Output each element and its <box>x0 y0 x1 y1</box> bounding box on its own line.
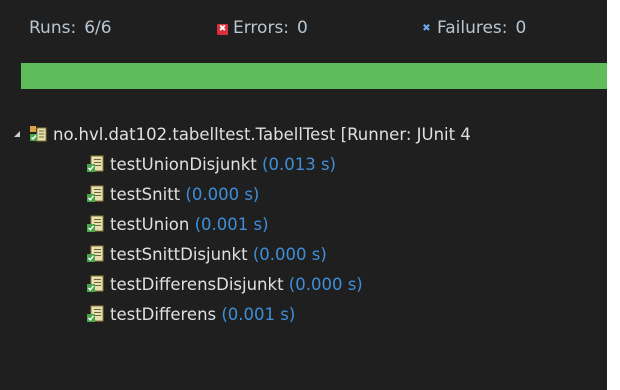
test-success-icon <box>86 183 104 202</box>
junit-view: Runs: 6/6 ✖ Errors: 0 ✖ Failures: 0 no.h… <box>0 0 607 390</box>
test-success-icon <box>86 243 104 262</box>
test-time: (0.000 s) <box>288 275 363 294</box>
test-time: (0.001 s) <box>221 305 296 324</box>
test-case-row[interactable]: testSnitt (0.000 s) <box>0 180 607 210</box>
errors-counter: ✖ Errors: 0 <box>217 14 308 42</box>
test-time: (0.000 s) <box>252 245 327 264</box>
test-suite-row[interactable]: no.hvl.dat102.tabelltest.TabellTest [Run… <box>0 120 607 150</box>
test-success-icon <box>86 303 104 322</box>
progress-bar <box>21 63 607 89</box>
errors-value: 0 <box>297 18 308 38</box>
test-time: (0.001 s) <box>194 215 269 234</box>
summary-bar: Runs: 6/6 ✖ Errors: 0 ✖ Failures: 0 <box>0 14 607 42</box>
test-suite-label: no.hvl.dat102.tabelltest.TabellTest [Run… <box>53 125 471 144</box>
test-case-row[interactable]: testDifferens (0.001 s) <box>0 300 607 330</box>
test-success-icon <box>86 153 104 172</box>
test-case-row[interactable]: testDifferensDisjunkt (0.000 s) <box>0 270 607 300</box>
test-case-row[interactable]: testSnittDisjunkt (0.000 s) <box>0 240 607 270</box>
test-success-icon <box>86 213 104 232</box>
errors-label: Errors: <box>233 18 290 38</box>
error-icon: ✖ <box>217 24 228 35</box>
progress-fill <box>21 63 607 89</box>
test-name: testUnionDisjunkt <box>110 155 257 174</box>
test-name: testUnion <box>110 215 190 234</box>
test-time: (0.013 s) <box>262 155 336 174</box>
runs-label: Runs: <box>29 18 77 38</box>
failures-value: 0 <box>515 18 527 38</box>
failures-counter: ✖ Failures: 0 <box>421 14 526 42</box>
runs-value: 6/6 <box>84 18 112 38</box>
test-name: testDifferens <box>110 305 217 324</box>
failures-label: Failures: <box>437 18 508 38</box>
runs-counter: Runs: 6/6 <box>29 14 112 42</box>
collapse-toggle-icon[interactable] <box>10 120 24 150</box>
test-case-row[interactable]: testUnion (0.001 s) <box>0 210 607 240</box>
failure-icon: ✖ <box>421 23 432 34</box>
test-name: testSnitt <box>110 185 181 204</box>
test-success-icon <box>86 273 104 292</box>
test-case-row[interactable]: testUnionDisjunkt (0.013 s) <box>0 150 607 180</box>
test-tree[interactable]: no.hvl.dat102.tabelltest.TabellTest [Run… <box>0 120 607 330</box>
test-name: testSnittDisjunkt <box>110 245 248 264</box>
test-suite-success-icon <box>29 123 47 142</box>
test-time: (0.000 s) <box>185 185 260 204</box>
test-name: testDifferensDisjunkt <box>110 275 284 294</box>
